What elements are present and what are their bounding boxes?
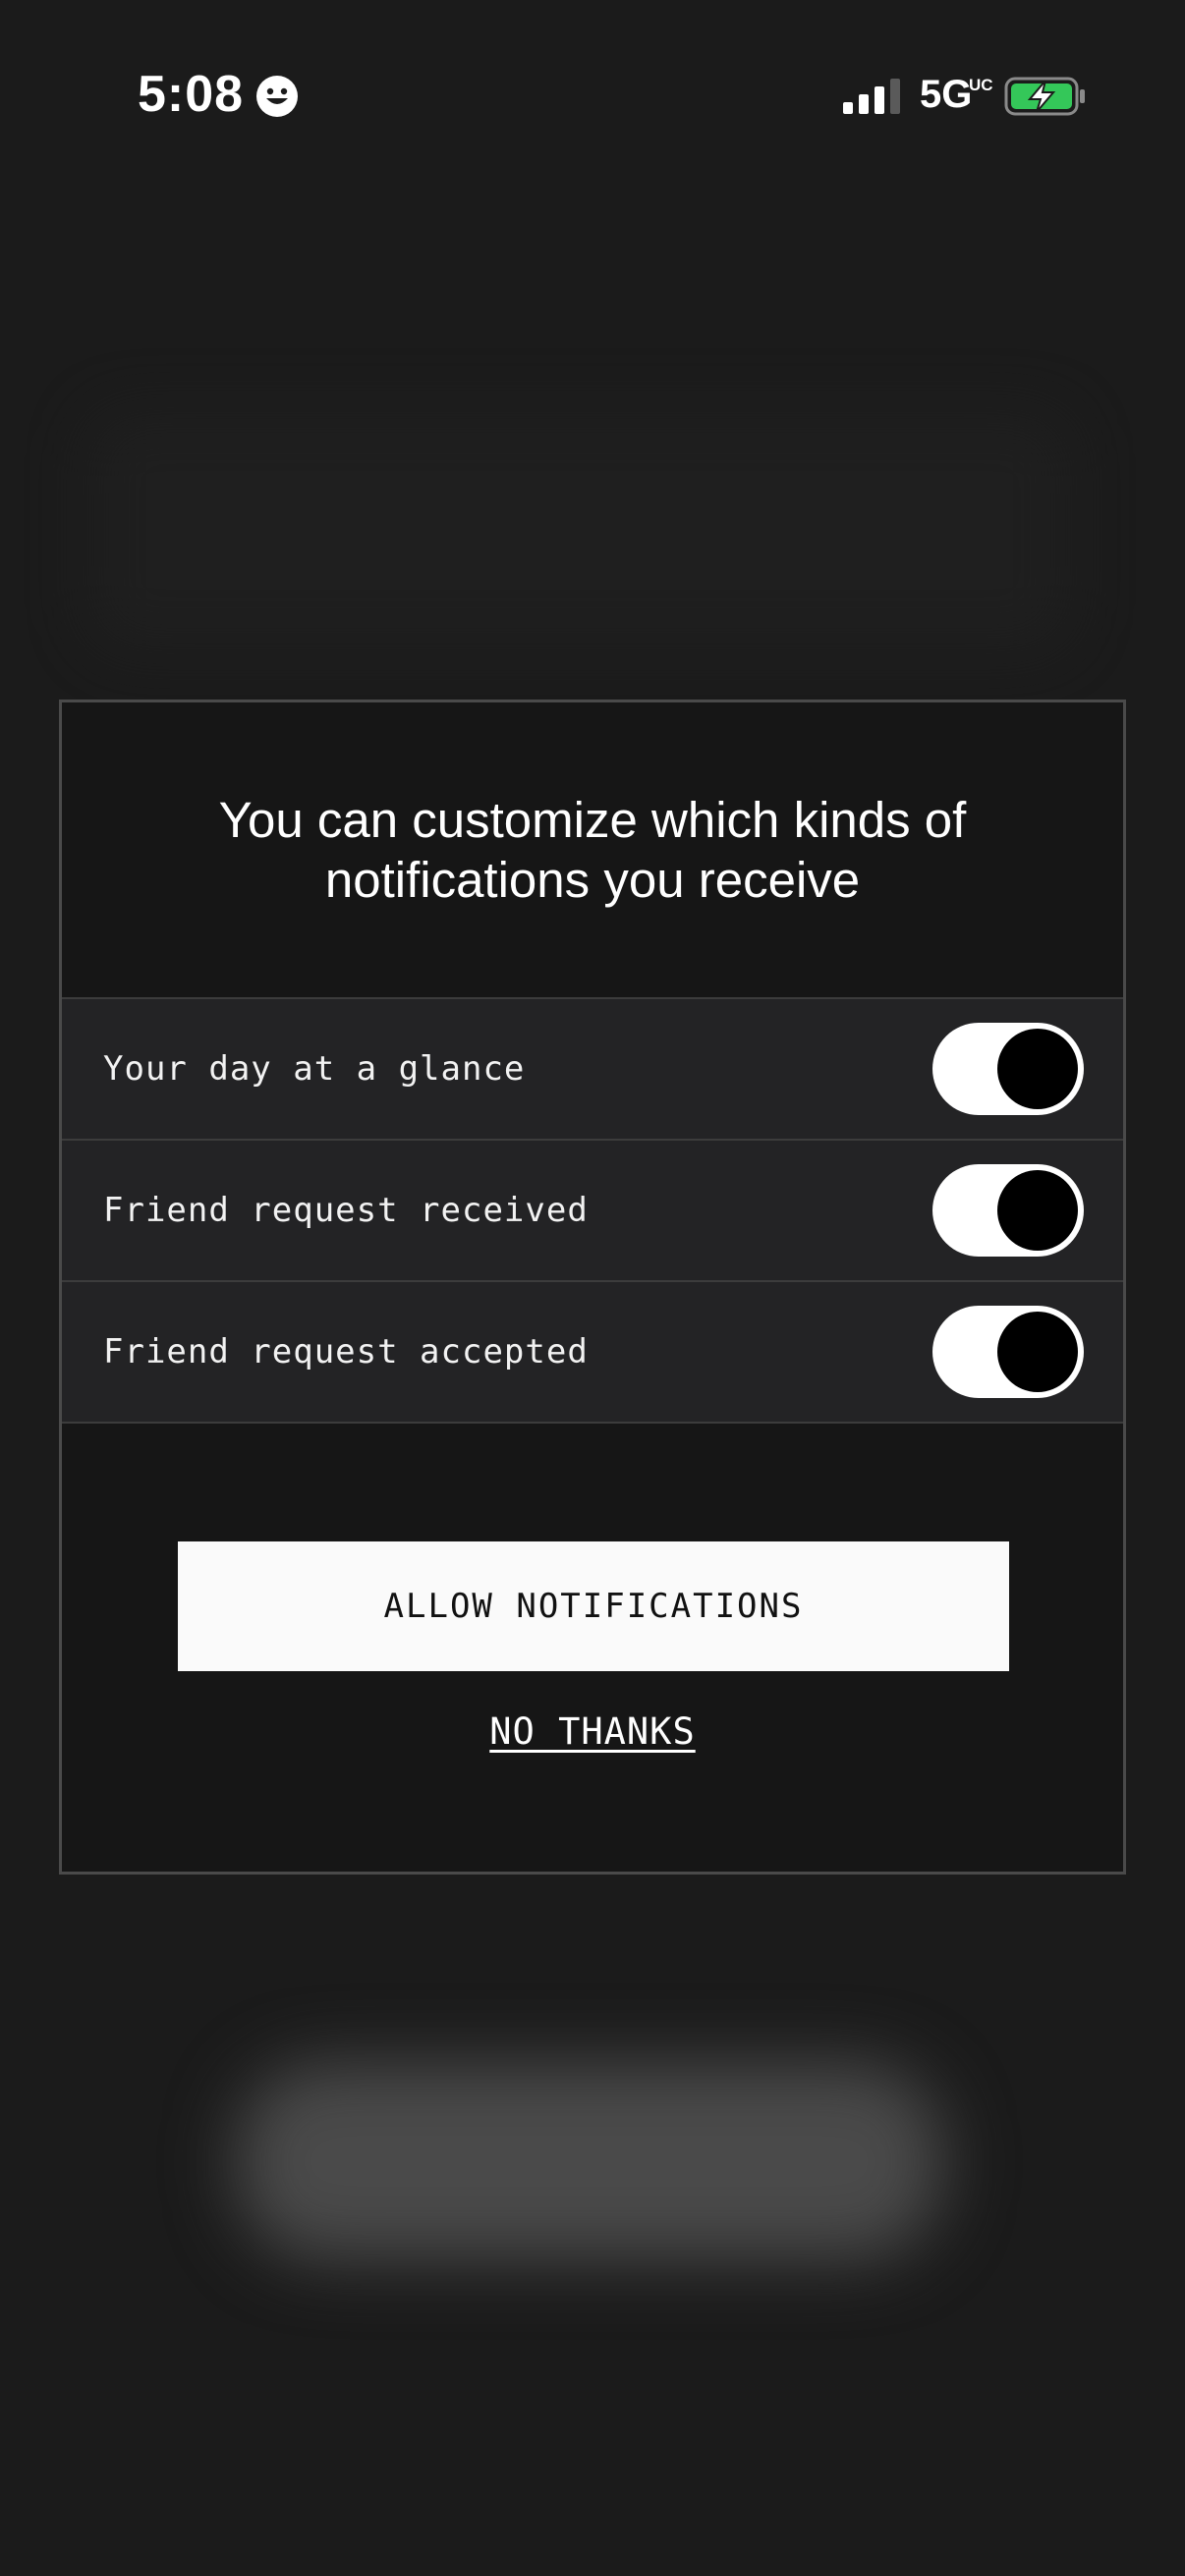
status-bar: 5:08 5G UC: [0, 0, 1185, 196]
dialog-header: You can customize which kinds of notific…: [62, 702, 1123, 999]
friend-request-received-toggle[interactable]: [932, 1164, 1084, 1257]
allow-notifications-button[interactable]: ALLOW NOTIFICATIONS: [178, 1541, 1009, 1671]
network-superscript: UC: [969, 76, 993, 94]
preference-label: Your day at a glance: [103, 1049, 526, 1089]
day-at-a-glance-toggle[interactable]: [932, 1023, 1084, 1115]
network-type: 5G: [920, 73, 973, 116]
status-time: 5:08: [138, 66, 245, 123]
dialog-title: You can customize which kinds of notific…: [218, 792, 967, 908]
toggle-knob: [997, 1029, 1078, 1109]
dialog-actions: ALLOW NOTIFICATIONS NO THANKS: [62, 1424, 1123, 1856]
preference-row-friend-request-accepted: Friend request accepted: [62, 1282, 1123, 1424]
blurred-background-button: [236, 2063, 943, 2260]
blurred-background-content: [88, 413, 1071, 648]
notification-permission-screen: 5:08 5G UC You can customize which kinds…: [0, 0, 1185, 2576]
cellular-signal-icon: [843, 79, 900, 114]
preference-label: Friend request accepted: [103, 1332, 589, 1372]
friend-request-accepted-toggle[interactable]: [932, 1306, 1084, 1398]
toggle-knob: [997, 1312, 1078, 1392]
preference-label: Friend request received: [103, 1191, 589, 1230]
no-thanks-link[interactable]: NO THANKS: [62, 1710, 1123, 1753]
smiley-face-icon: [256, 76, 298, 117]
preference-row-day-at-a-glance: Your day at a glance: [62, 999, 1123, 1141]
preference-row-friend-request-received: Friend request received: [62, 1141, 1123, 1282]
notification-settings-dialog: You can customize which kinds of notific…: [59, 700, 1126, 1875]
toggle-knob: [997, 1170, 1078, 1251]
battery-charging-icon: [1004, 77, 1085, 116]
